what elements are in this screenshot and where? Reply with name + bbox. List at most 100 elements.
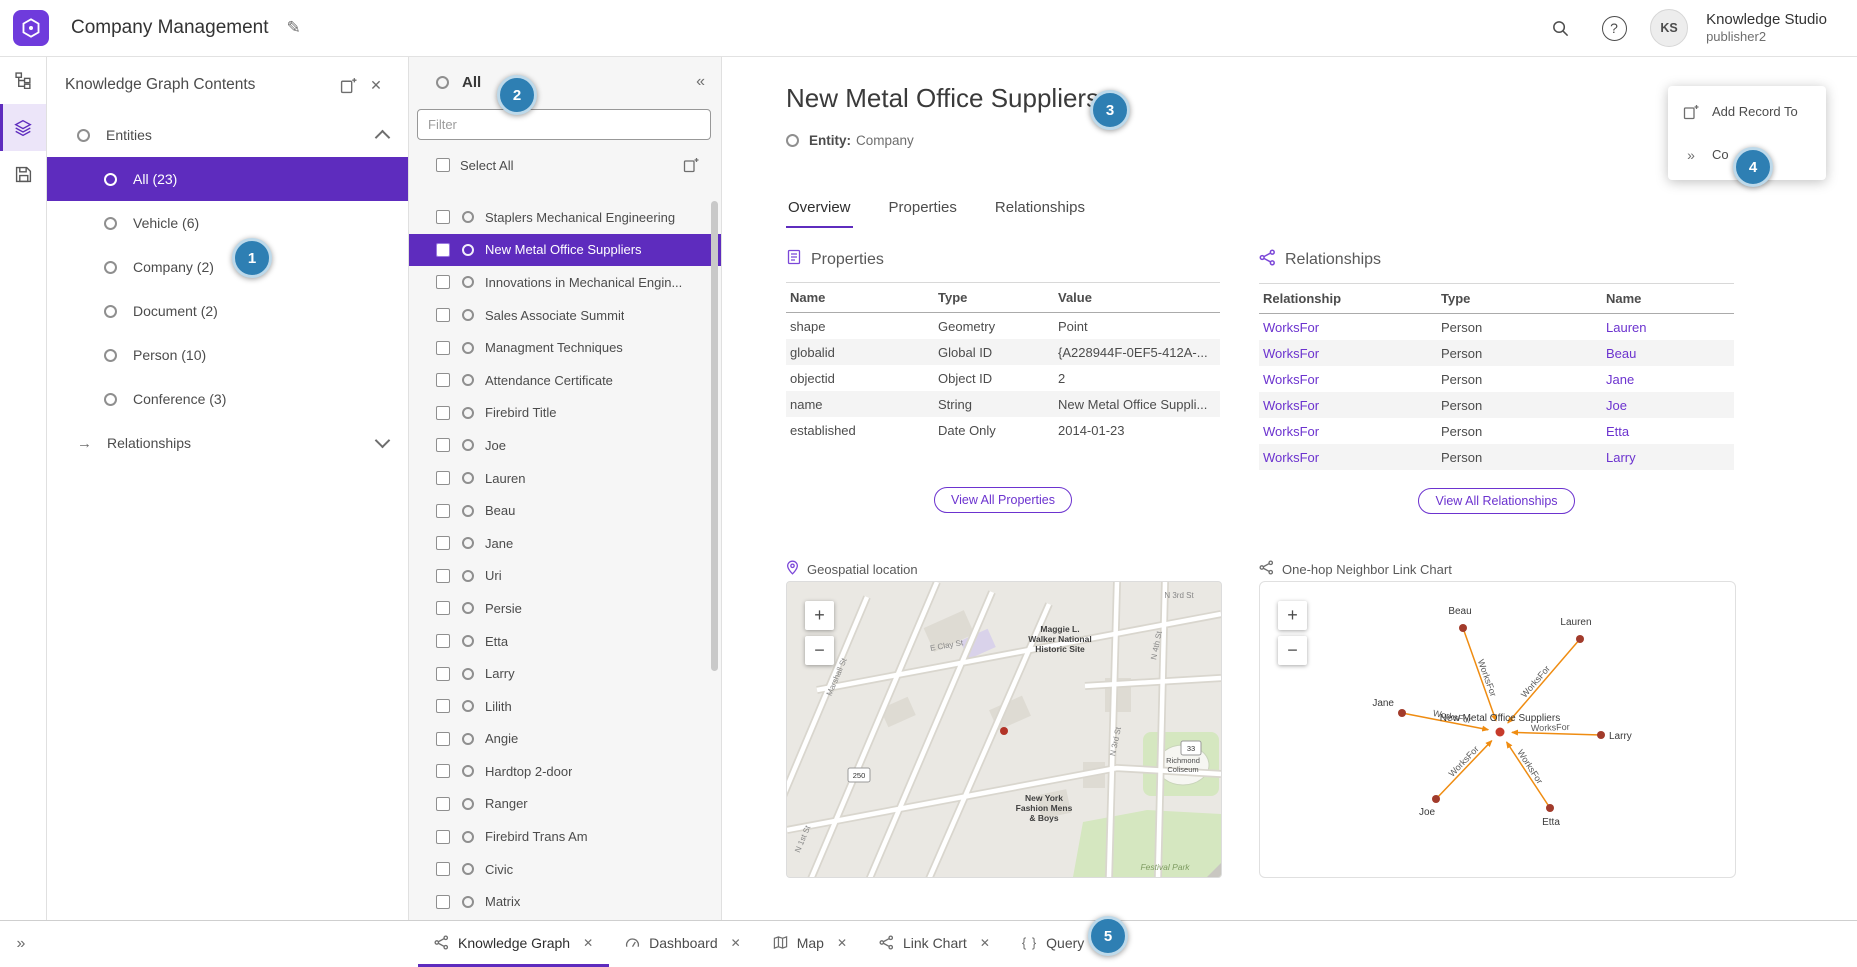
checkbox[interactable] — [436, 243, 450, 257]
link-chart-canvas[interactable]: WorksForWorksForWorksForWorksForWorksFor… — [1260, 582, 1733, 875]
select-all-checkbox[interactable] — [436, 158, 450, 172]
menu-item-add-record-to[interactable]: Add Record To — [1668, 90, 1826, 133]
avatar[interactable]: KS — [1650, 9, 1688, 47]
bottom-tab-dashboard[interactable]: Dashboard✕ — [609, 921, 757, 967]
entity-list-item[interactable]: Matrix — [409, 885, 721, 918]
zoom-in-button[interactable]: + — [805, 601, 834, 630]
checkbox[interactable] — [436, 569, 450, 583]
checkbox[interactable] — [436, 210, 450, 224]
record-link[interactable]: Jane — [1606, 372, 1634, 387]
entity-list-item[interactable]: Jane — [409, 527, 721, 560]
checkbox[interactable] — [436, 634, 450, 648]
entity-group-item[interactable]: Vehicle (6) — [47, 201, 408, 245]
checkbox[interactable] — [436, 308, 450, 322]
record-link[interactable]: WorksFor — [1263, 424, 1319, 439]
link-chart-widget[interactable]: + − WorksForWorksForWorksForWorksForWork… — [1259, 581, 1736, 878]
close-tab-icon[interactable]: ✕ — [980, 936, 990, 950]
zoom-out-button[interactable]: − — [1278, 636, 1307, 665]
person-node[interactable] — [1432, 795, 1440, 803]
checkbox[interactable] — [436, 504, 450, 518]
tab-properties[interactable]: Properties — [887, 191, 959, 228]
expand-panel-icon[interactable]: » — [0, 921, 42, 967]
relationship-edge[interactable] — [1508, 639, 1580, 723]
entity-list-item[interactable]: Joe — [409, 429, 721, 462]
map-widget[interactable]: + − — [786, 581, 1222, 878]
entity-list-item[interactable]: Etta — [409, 625, 721, 658]
scrollbar[interactable] — [711, 201, 718, 671]
entity-list-item[interactable]: Innovations in Mechanical Engin... — [409, 266, 721, 299]
entity-list-item[interactable]: Larry — [409, 657, 721, 690]
relationships-section-header[interactable]: → Relationships — [47, 421, 408, 465]
help-icon[interactable]: ? — [1596, 10, 1632, 46]
person-node[interactable] — [1576, 635, 1584, 643]
record-link[interactable]: WorksFor — [1263, 398, 1319, 413]
entity-list-item[interactable]: Civic — [409, 853, 721, 886]
add-record-icon[interactable] — [334, 71, 362, 99]
relationship-edge[interactable] — [1512, 732, 1601, 735]
center-node[interactable] — [1496, 728, 1505, 737]
close-tab-icon[interactable]: ✕ — [837, 936, 847, 950]
checkbox[interactable] — [436, 601, 450, 615]
relationship-edge[interactable] — [1507, 742, 1550, 808]
person-node[interactable] — [1459, 624, 1467, 632]
close-tab-icon[interactable]: ✕ — [731, 936, 741, 950]
entity-list-item[interactable]: Lauren — [409, 462, 721, 495]
filter-input[interactable] — [417, 109, 711, 140]
checkbox[interactable] — [436, 438, 450, 452]
tab-relationships[interactable]: Relationships — [993, 191, 1087, 228]
checkbox[interactable] — [436, 341, 450, 355]
entity-list-item[interactable]: Angie — [409, 723, 721, 756]
add-record-icon[interactable] — [677, 151, 705, 179]
record-link[interactable]: Larry — [1606, 450, 1636, 465]
save-icon[interactable] — [0, 151, 46, 198]
entity-group-item[interactable]: Person (10) — [47, 333, 408, 377]
collapse-panel-icon[interactable]: « — [696, 73, 705, 91]
checkbox[interactable] — [436, 667, 450, 681]
app-logo-icon[interactable] — [13, 10, 49, 46]
entity-list-item[interactable]: Firebird Title — [409, 397, 721, 430]
edit-title-icon[interactable]: ✎ — [287, 18, 301, 38]
person-node[interactable] — [1398, 709, 1406, 717]
entity-group-item[interactable]: Conference (3) — [47, 377, 408, 421]
entity-list-item[interactable]: Lilith — [409, 690, 721, 723]
entity-list-item[interactable]: Persie — [409, 592, 721, 625]
entity-list-item[interactable]: Attendance Certificate — [409, 364, 721, 397]
checkbox[interactable] — [436, 406, 450, 420]
zoom-out-button[interactable]: − — [805, 636, 834, 665]
checkbox[interactable] — [436, 536, 450, 550]
hierarchy-icon[interactable] — [0, 57, 46, 104]
bottom-tab-link-chart[interactable]: Link Chart✕ — [863, 921, 1006, 967]
zoom-in-button[interactable]: + — [1278, 601, 1307, 630]
checkbox[interactable] — [436, 373, 450, 387]
person-node[interactable] — [1546, 804, 1554, 812]
select-all-row[interactable]: Select All — [409, 148, 721, 182]
entity-group-item[interactable]: Company (2) — [47, 245, 408, 289]
person-node[interactable] — [1597, 731, 1605, 739]
checkbox[interactable] — [436, 797, 450, 811]
entity-list-item[interactable]: Hardtop 2-door — [409, 755, 721, 788]
entity-list-item[interactable]: Firebird Trans Am — [409, 820, 721, 853]
entity-list-item[interactable]: Ranger — [409, 788, 721, 821]
relationship-edge[interactable] — [1436, 741, 1492, 799]
checkbox[interactable] — [436, 699, 450, 713]
checkbox[interactable] — [436, 471, 450, 485]
entity-list-item[interactable]: Uri — [409, 560, 721, 593]
entities-section-header[interactable]: Entities — [47, 113, 408, 157]
layers-icon[interactable] — [0, 104, 46, 151]
entity-list-item[interactable]: New Metal Office Suppliers — [409, 234, 721, 267]
record-link[interactable]: WorksFor — [1263, 450, 1319, 465]
record-location-marker[interactable] — [1000, 727, 1008, 735]
tab-overview[interactable]: Overview — [786, 191, 853, 228]
entity-list-item[interactable]: Beau — [409, 494, 721, 527]
checkbox[interactable] — [436, 275, 450, 289]
checkbox[interactable] — [436, 895, 450, 909]
record-link[interactable]: Beau — [1606, 346, 1636, 361]
record-link[interactable]: WorksFor — [1263, 320, 1319, 335]
entity-list-item[interactable]: Staplers Mechanical Engineering — [409, 201, 721, 234]
entity-list-item[interactable]: Sales Associate Summit — [409, 299, 721, 332]
record-link[interactable]: Joe — [1606, 398, 1627, 413]
close-tab-icon[interactable]: ✕ — [583, 936, 593, 950]
checkbox[interactable] — [436, 862, 450, 876]
record-link[interactable]: WorksFor — [1263, 346, 1319, 361]
record-link[interactable]: WorksFor — [1263, 372, 1319, 387]
